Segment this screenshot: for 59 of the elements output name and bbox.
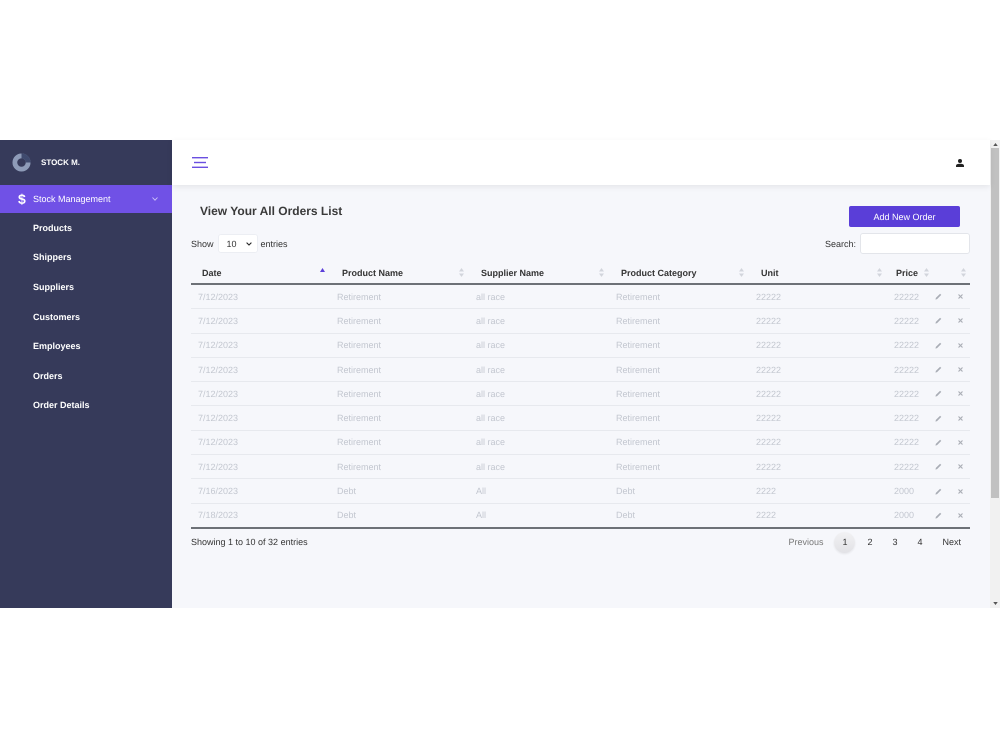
pencil-icon[interactable] [935,342,942,349]
previous-link[interactable]: Previous [788,537,824,548]
pencil-icon[interactable] [935,414,942,422]
pencil-icon[interactable] [935,488,942,495]
sidebar-item[interactable]: Products [0,213,172,243]
sort-icon[interactable] [961,268,966,277]
cross-icon[interactable] [958,464,963,470]
user-icon[interactable] [956,158,964,166]
pencil-icon[interactable] [935,390,942,398]
cross-icon[interactable] [958,416,963,421]
next-link[interactable]: Next [942,537,961,548]
scroll-up-icon[interactable] [992,143,998,146]
cross-icon[interactable] [958,512,963,518]
scrollbar-thumb[interactable] [991,148,999,498]
add-new-order-button[interactable]: Add New Order [849,206,960,227]
pencil-icon[interactable] [935,366,942,374]
cross-icon[interactable] [958,440,963,445]
sidebar-item[interactable]: Order Details [0,390,172,420]
sidebar-item[interactable]: Customers [0,302,172,332]
sidebar-item[interactable]: Suppliers [0,272,172,302]
sidebar-menu-header[interactable]: $ Stock Management [0,185,172,213]
cross-icon[interactable] [958,318,963,324]
brand-name: STOCK M. [41,158,80,167]
page-title: View Your All Orders List [200,204,342,218]
page-button[interactable]: 1 [834,532,856,553]
scroll-down-icon[interactable] [992,602,998,605]
cross-icon[interactable] [958,342,963,348]
page-button[interactable]: 4 [909,532,930,553]
sidebar-item[interactable]: Shippers [0,242,172,272]
search-label: Search: [824,238,856,248]
cross-icon[interactable] [958,391,963,396]
column-header[interactable]: Product Name [331,262,470,283]
caret-icon [246,242,252,246]
column-header[interactable]: Product Category [610,262,750,283]
pencil-icon[interactable] [935,293,942,300]
sidebar-item[interactable]: Orders [0,360,172,391]
dollar-icon: $ [18,192,27,206]
menu-icon[interactable] [192,157,208,168]
entries-label: entries [260,238,288,248]
entries-info: Showing 1 to 10 of 32 entries [191,537,308,548]
scrollbar[interactable] [990,140,1000,608]
page-button[interactable]: 3 [884,532,906,553]
ring-logo-icon [12,153,31,172]
page-button[interactable]: 2 [859,532,880,553]
column-header[interactable]: Unit [750,262,888,283]
pencil-icon[interactable] [935,438,942,446]
pencil-icon[interactable] [935,463,942,470]
cross-icon[interactable] [958,294,963,300]
show-label: Show [191,238,214,248]
column-header[interactable]: Supplier Name [470,262,610,283]
column-header[interactable]: Price [888,262,930,283]
search-field[interactable] [860,233,970,254]
pencil-icon[interactable] [935,317,942,324]
page-size-select[interactable]: 10 [218,234,258,253]
cross-icon[interactable] [958,367,963,372]
sidebar-item[interactable]: Employees [0,331,172,361]
pencil-icon[interactable] [935,512,942,519]
column-header[interactable]: Date [191,262,331,283]
cross-icon[interactable] [958,488,963,494]
